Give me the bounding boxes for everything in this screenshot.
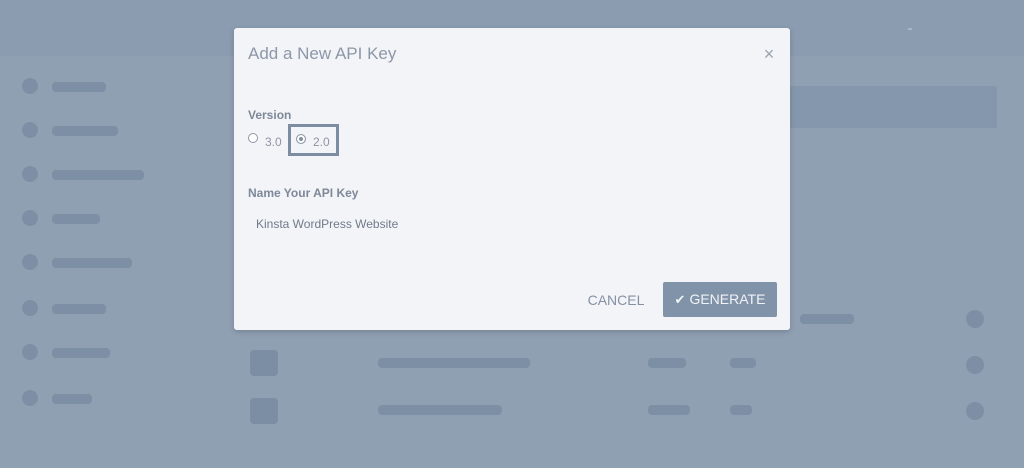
checkmark-icon: ✔ <box>674 292 686 307</box>
sidebar-item-label <box>52 258 132 268</box>
row-avatar <box>250 350 278 376</box>
sidebar-icon <box>22 390 38 406</box>
cancel-button[interactable]: CANCEL <box>580 282 652 318</box>
table-cell <box>730 358 756 368</box>
table-cell <box>648 405 690 415</box>
version-option-2[interactable]: 2.0 <box>288 124 339 156</box>
row-action-icon[interactable] <box>966 310 984 328</box>
version-label: Version <box>248 108 292 122</box>
row-avatar <box>250 398 278 424</box>
version-option-3[interactable]: 3.0 <box>246 124 286 156</box>
sidebar-item-label <box>52 348 110 358</box>
sidebar-icon <box>22 254 38 270</box>
table-cell <box>378 358 530 368</box>
api-key-dialog: Add a New API Key × Version 3.0 2.0 Name… <box>234 28 790 330</box>
api-key-name-input[interactable] <box>248 212 664 236</box>
sidebar-item-label <box>52 82 106 92</box>
dialog-title: Add a New API Key <box>248 44 397 63</box>
table-cell <box>378 405 502 415</box>
radio-button-icon[interactable] <box>248 133 258 143</box>
top-bar-dot <box>908 28 912 30</box>
api-key-name-label: Name Your API Key <box>248 186 359 200</box>
sidebar-item-label <box>52 214 100 224</box>
sidebar-item-label <box>52 126 118 136</box>
radio-button-checked-icon[interactable] <box>296 134 306 144</box>
toolbar-panel <box>790 86 997 128</box>
row-action-icon[interactable] <box>966 402 984 420</box>
sidebar-item-label <box>52 394 92 404</box>
table-cell <box>800 314 854 324</box>
generate-button[interactable]: ✔ GENERATE <box>663 282 777 317</box>
version-option-label: 2.0 <box>313 135 330 149</box>
sidebar-item-label <box>52 170 144 180</box>
table-cell <box>648 358 686 368</box>
table-cell <box>730 405 752 415</box>
sidebar-item-label <box>52 304 106 314</box>
row-action-icon[interactable] <box>966 356 984 374</box>
sidebar-icon <box>22 122 38 138</box>
sidebar-icon <box>22 210 38 226</box>
version-option-label: 3.0 <box>265 135 282 149</box>
generate-button-label: GENERATE <box>689 291 766 307</box>
sidebar-icon <box>22 78 38 94</box>
sidebar-icon <box>22 166 38 182</box>
close-icon[interactable]: × <box>761 45 777 63</box>
sidebar-icon <box>22 300 38 316</box>
sidebar-icon <box>22 344 38 360</box>
